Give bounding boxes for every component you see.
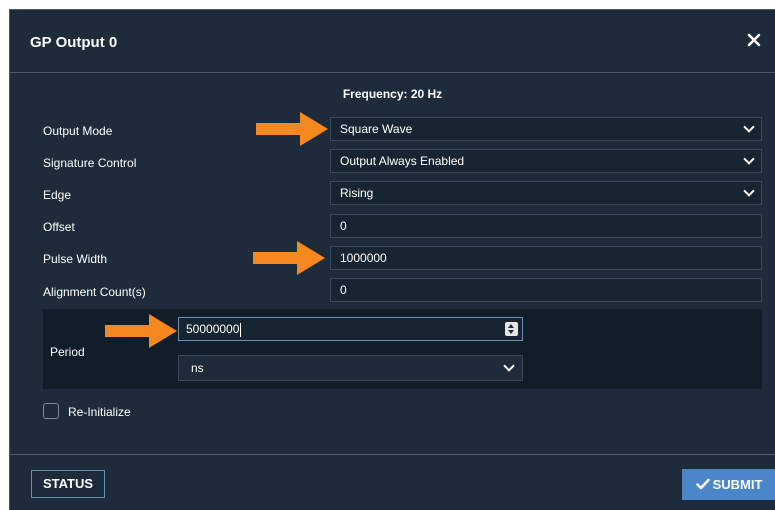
gp-output-dialog: GP Output 0 Frequency: 20 Hz Output Mode… (9, 9, 775, 510)
check-icon (695, 478, 710, 490)
output-mode-select[interactable]: Square Wave (330, 117, 762, 141)
offset-label: Offset (43, 220, 75, 234)
alignment-count-label: Alignment Count(s) (43, 285, 146, 299)
arrow-right-icon (105, 314, 177, 348)
footer-divider (10, 454, 775, 455)
signature-control-label: Signature Control (43, 156, 137, 170)
chevron-down-icon (743, 121, 755, 133)
frequency-readout: Frequency: 20 Hz (342, 87, 443, 101)
period-unit-select[interactable]: ns (178, 355, 523, 381)
output-mode-value: Square Wave (340, 122, 413, 136)
period-input[interactable]: 50000000 (178, 317, 523, 341)
offset-value: 0 (340, 219, 347, 233)
pulse-width-label: Pulse Width (43, 252, 108, 266)
arrow-right-icon (253, 241, 325, 275)
close-icon-glyph (747, 33, 761, 47)
period-label: Period (50, 345, 85, 359)
submit-button[interactable]: SUBMIT (682, 469, 775, 500)
output-mode-label: Output Mode (43, 124, 113, 138)
signature-control-value: Output Always Enabled (340, 154, 465, 168)
chevron-down-icon (743, 185, 755, 197)
edge-value: Rising (340, 186, 374, 200)
dialog-title: GP Output 0 (30, 34, 118, 51)
reinitialize-checkbox[interactable] (43, 403, 59, 419)
period-value: 50000000 (186, 322, 240, 336)
reinitialize-label: Re-Initialize (68, 405, 131, 419)
edge-label: Edge (43, 188, 72, 202)
spinner-icon[interactable] (505, 322, 518, 336)
edge-select[interactable]: Rising (330, 181, 762, 205)
close-icon[interactable] (747, 30, 761, 53)
status-button[interactable]: STATUS (31, 470, 105, 498)
alignment-count-input[interactable]: 0 (330, 278, 762, 302)
text-caret (240, 322, 242, 337)
alignment-count-value: 0 (340, 283, 347, 297)
dialog-header: GP Output 0 (10, 10, 775, 73)
pulse-width-input[interactable]: 1000000 (330, 246, 762, 270)
offset-input[interactable]: 0 (330, 214, 762, 238)
submit-label: SUBMIT (712, 477, 763, 492)
chevron-down-icon (503, 360, 515, 372)
signature-control-select[interactable]: Output Always Enabled (330, 149, 762, 173)
period-unit-value: ns (191, 361, 204, 375)
chevron-down-icon (743, 153, 755, 165)
pulse-width-value: 1000000 (340, 251, 387, 265)
arrow-right-icon (256, 112, 328, 146)
